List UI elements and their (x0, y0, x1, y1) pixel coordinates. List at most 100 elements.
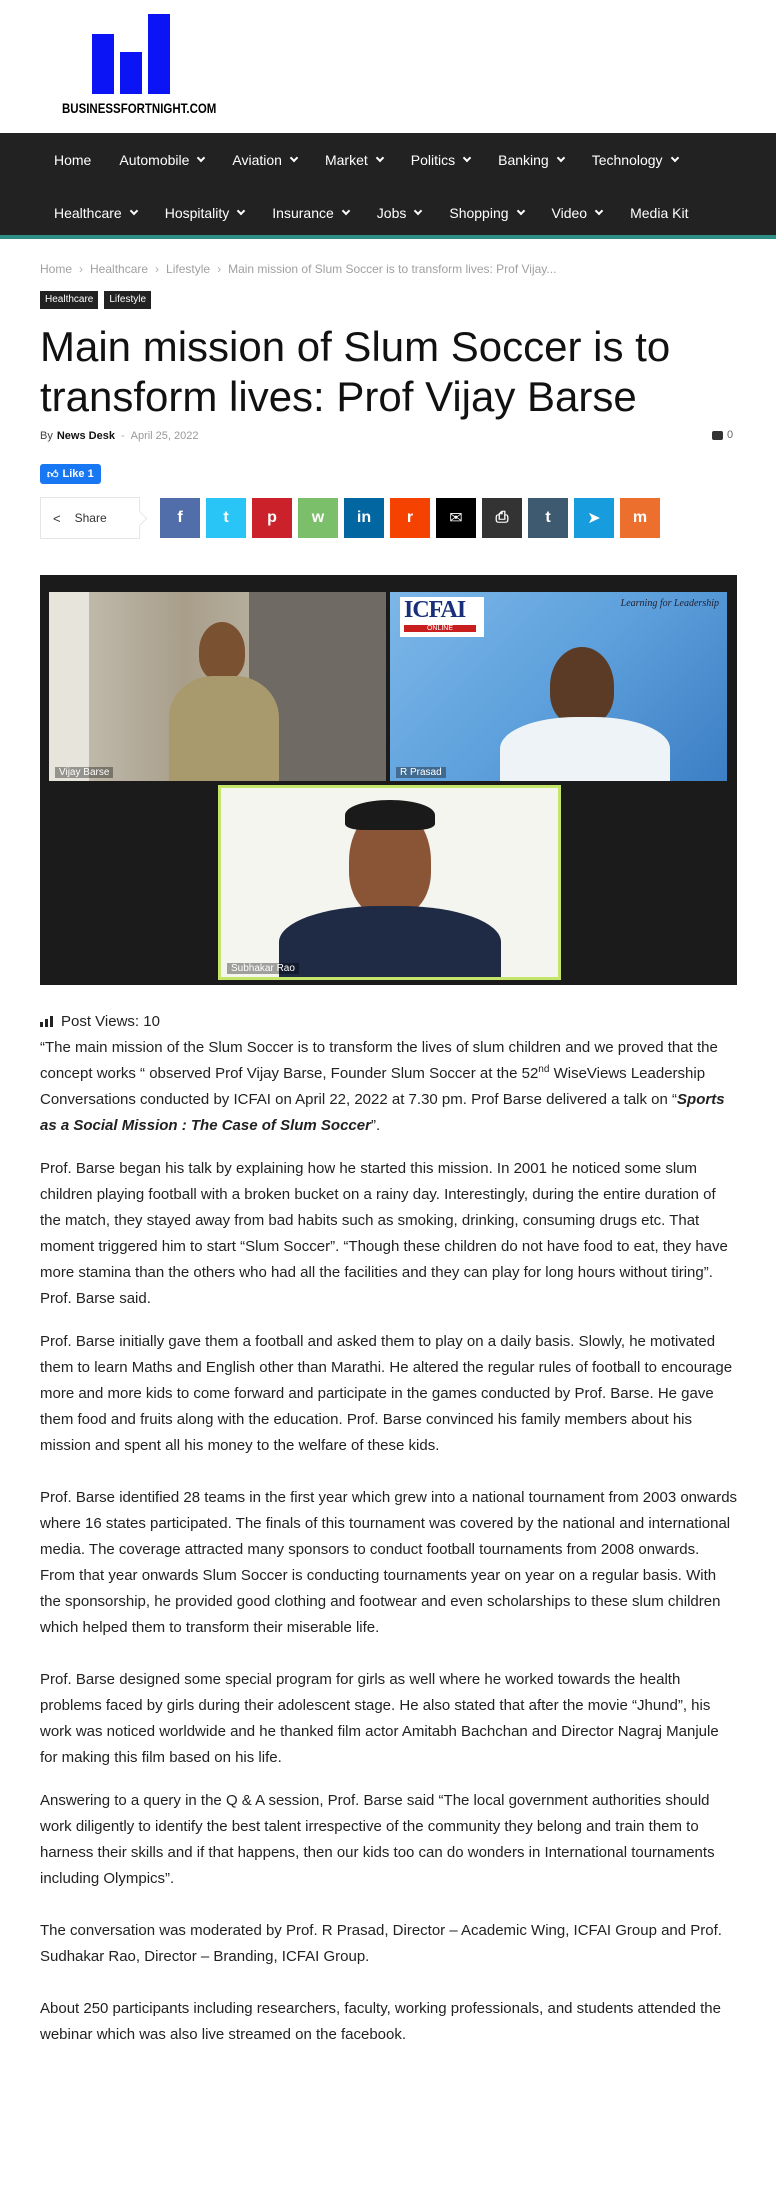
paragraph-1: “The main mission of the Slum Soccer is … (40, 1035, 738, 1139)
article-meta: By News Desk - April 25, 2022 (40, 430, 199, 442)
bar-chart-icon (40, 1016, 53, 1027)
breadcrumb-lifestyle[interactable]: Lifestyle (166, 262, 210, 276)
nav-item-politics[interactable]: Politics (397, 152, 484, 168)
breadcrumb-separator-icon: › (217, 262, 222, 276)
participant-name-3: Subhakar Rao (227, 963, 299, 974)
reddit-share-button[interactable]: r (390, 498, 430, 538)
post-views: Post Views: 10 (40, 1013, 160, 1030)
whatsapp-icon: w (311, 509, 325, 526)
video-tile-subhakar-rao: Subhakar Rao (218, 785, 561, 980)
telegram-share-button[interactable]: ➤ (574, 498, 614, 538)
nav-item-video[interactable]: Video (538, 205, 617, 221)
comment-icon (712, 430, 723, 440)
nav-item-market[interactable]: Market (311, 152, 397, 168)
share-icon: < (53, 510, 61, 526)
nav-item-home[interactable]: Home (40, 152, 105, 168)
nav-item-label: Automobile (119, 151, 190, 168)
chevron-down-icon (462, 153, 472, 162)
category-tag-lifestyle[interactable]: Lifestyle (104, 291, 152, 309)
article-body: “The main mission of the Slum Soccer is … (40, 1035, 738, 2074)
whatsapp-share-button[interactable]: w (298, 498, 338, 538)
print-share-button[interactable]: ⎙ (482, 498, 522, 538)
nav-item-label: Aviation (232, 151, 282, 168)
mix-share-button[interactable]: m (620, 498, 660, 538)
email-share-button[interactable]: ✉ (436, 498, 476, 538)
paragraph-1-text-c: ”. (370, 1117, 381, 1134)
facebook-share-button[interactable]: f (160, 498, 200, 538)
nav-item-automobile[interactable]: Automobile (105, 152, 218, 168)
video-tile-r-prasad: ICFAI ONLINE Learning for Leadership R P… (390, 592, 727, 781)
linkedin-share-button[interactable]: in (344, 498, 384, 538)
pinterest-icon: p (267, 509, 277, 526)
webinar-screenshot: Vijay Barse ICFAI ONLINE Learning for Le… (40, 575, 737, 985)
chevron-down-icon (237, 206, 246, 215)
video-tile-vijay-barse: Vijay Barse (49, 592, 386, 781)
nav-row-2: Healthcare Hospitality Insurance Jobs Shoppi… (40, 186, 702, 239)
chevron-down-icon (414, 206, 423, 215)
nav-item-label: Banking (498, 151, 549, 168)
share-buttons: f t p w in r ✉ ⎙ t ➤ m (160, 498, 666, 538)
nav-item-hospitality[interactable]: Hospitality (151, 205, 259, 221)
nav-item-banking[interactable]: Banking (484, 152, 578, 168)
site-logo[interactable]: BUSINESSFORTNIGHT.COM (62, 14, 222, 118)
breadcrumb-healthcare[interactable]: Healthcare (90, 262, 148, 276)
comment-count[interactable]: 0 (712, 429, 733, 441)
paragraph-8: About 250 participants including researc… (40, 2000, 721, 2043)
nav-item-label: Media Kit (630, 204, 689, 221)
facebook-like-label: Like 1 (62, 468, 94, 480)
site-header: BUSINESSFORTNIGHT.COM (0, 0, 776, 133)
breadcrumb-separator-icon: › (155, 262, 160, 276)
post-views-label: Post Views: 10 (61, 1013, 160, 1030)
facebook-like-button[interactable]: 👍︎ Like 1 (40, 464, 101, 484)
nav-item-label: Market (324, 151, 368, 168)
breadcrumb-current: Main mission of Slum Soccer is to transf… (228, 262, 557, 276)
author-link[interactable]: News Desk (57, 430, 115, 442)
thumbs-up-icon: 👍︎ (47, 468, 59, 481)
chevron-down-icon (556, 153, 565, 162)
share-label: Share (74, 511, 107, 525)
by-label: By (40, 430, 53, 442)
chevron-down-icon (289, 153, 299, 162)
category-tags: Healthcare Lifestyle (40, 291, 152, 309)
twitter-share-button[interactable]: t (206, 498, 246, 538)
nav-item-aviation[interactable]: Aviation (218, 152, 311, 168)
icfai-logo: ICFAI ONLINE (400, 597, 484, 637)
ordinal-suffix: nd (538, 1064, 550, 1075)
reddit-icon: r (406, 509, 414, 526)
comment-count-value: 0 (727, 429, 734, 441)
mix-icon: m (632, 509, 648, 526)
chevron-down-icon (670, 153, 679, 162)
nav-item-label: Insurance (272, 204, 334, 221)
tumblr-share-button[interactable]: t (528, 498, 568, 538)
nav-item-jobs[interactable]: Jobs (363, 205, 436, 221)
nav-item-shopping[interactable]: Shopping (435, 205, 537, 221)
nav-item-label: Technology (591, 151, 663, 168)
chevron-down-icon (594, 206, 604, 215)
nav-item-insurance[interactable]: Insurance (258, 205, 362, 221)
paragraph-6: Answering to a query in the Q & A sessio… (40, 1792, 715, 1887)
paragraph-4: Prof. Barse identified 28 teams in the f… (40, 1489, 738, 1636)
nav-item-media-kit[interactable]: Media Kit (616, 205, 702, 221)
tagline: Learning for Leadership (620, 598, 719, 609)
paragraph-7: The conversation was moderated by Prof. … (40, 1922, 722, 1965)
share-bar: < Share f t p w in r ✉ ⎙ t ➤ m (40, 497, 666, 539)
pinterest-share-button[interactable]: p (252, 498, 292, 538)
participant-name-1: Vijay Barse (55, 767, 114, 778)
chevron-down-icon (341, 206, 351, 215)
breadcrumb-home[interactable]: Home (40, 262, 72, 276)
category-tag-healthcare[interactable]: Healthcare (40, 291, 99, 309)
paragraph-3: Prof. Barse initially gave them a footba… (40, 1333, 733, 1454)
chevron-down-icon (516, 206, 525, 215)
article-title: Main mission of Slum Soccer is to transf… (40, 323, 671, 420)
print-icon: ⎙ (495, 509, 509, 526)
chevron-down-icon (375, 153, 385, 162)
nav-item-technology[interactable]: Technology (578, 152, 692, 168)
publish-date: April 25, 2022 (130, 430, 199, 442)
facebook-icon: f (177, 509, 183, 526)
nav-item-healthcare[interactable]: Healthcare (40, 205, 151, 221)
share-toggle[interactable]: < Share (40, 497, 140, 539)
twitter-icon: t (223, 509, 229, 526)
nav-item-label: Politics (410, 151, 456, 168)
email-icon: ✉ (449, 510, 463, 527)
paragraph-5: Prof. Barse designed some special progra… (40, 1671, 719, 1766)
